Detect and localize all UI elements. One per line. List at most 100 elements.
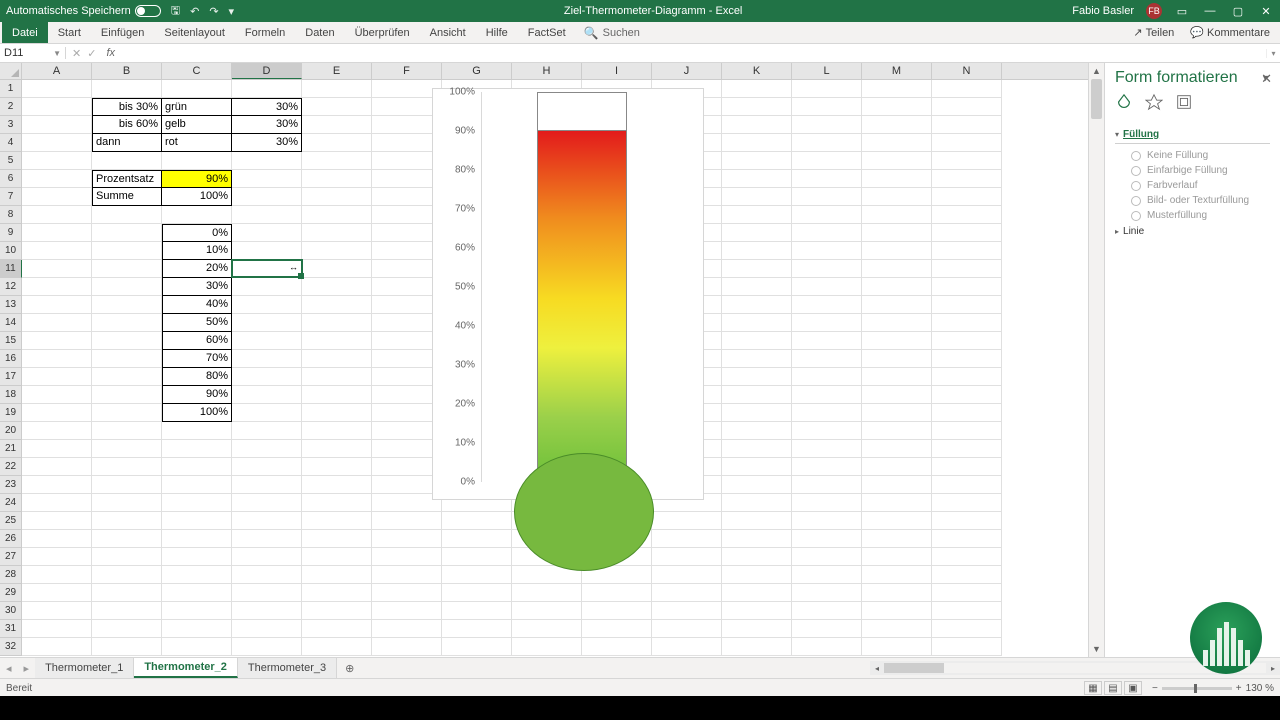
cell-H29[interactable] (512, 584, 582, 602)
autosave-toggle[interactable]: Automatisches Speichern (6, 5, 161, 17)
cell-L14[interactable] (792, 314, 862, 332)
cell-M22[interactable] (862, 458, 932, 476)
cell-B4[interactable]: dann (92, 134, 162, 152)
cell-H30[interactable] (512, 602, 582, 620)
thermometer-chart[interactable]: 0%10%20%30%40%50%60%70%80%90%100% (432, 88, 704, 500)
expand-formula-bar-icon[interactable]: ▾ (1266, 49, 1280, 58)
cell-B8[interactable] (92, 206, 162, 224)
cell-C1[interactable] (162, 80, 232, 98)
cell-C24[interactable] (162, 494, 232, 512)
cell-L28[interactable] (792, 566, 862, 584)
cell-L2[interactable] (792, 98, 862, 116)
col-header-D[interactable]: D (232, 63, 302, 79)
cell-F28[interactable] (372, 566, 442, 584)
search-box[interactable]: 🔍 Suchen (576, 26, 648, 40)
cell-E29[interactable] (302, 584, 372, 602)
cell-L27[interactable] (792, 548, 862, 566)
cell-M16[interactable] (862, 350, 932, 368)
chevron-down-icon[interactable]: ▼ (53, 49, 61, 58)
cell-N6[interactable] (932, 170, 1002, 188)
cell-E22[interactable] (302, 458, 372, 476)
cell-A21[interactable] (22, 440, 92, 458)
cell-C26[interactable] (162, 530, 232, 548)
cell-D13[interactable] (232, 296, 302, 314)
tab-seitenlayout[interactable]: Seitenlayout (154, 22, 235, 43)
cell-M6[interactable] (862, 170, 932, 188)
cell-N9[interactable] (932, 224, 1002, 242)
cell-M10[interactable] (862, 242, 932, 260)
redo-icon[interactable]: ↷ (209, 5, 218, 18)
cell-A10[interactable] (22, 242, 92, 260)
cell-N30[interactable] (932, 602, 1002, 620)
cell-L5[interactable] (792, 152, 862, 170)
cell-L6[interactable] (792, 170, 862, 188)
cell-A12[interactable] (22, 278, 92, 296)
cell-C6[interactable]: 90% (162, 170, 232, 188)
cell-A22[interactable] (22, 458, 92, 476)
cell-M1[interactable] (862, 80, 932, 98)
cell-B6[interactable]: Prozentsatz (92, 170, 162, 188)
cell-K22[interactable] (722, 458, 792, 476)
cell-K21[interactable] (722, 440, 792, 458)
cell-M28[interactable] (862, 566, 932, 584)
row-header-9[interactable]: 9 (0, 224, 22, 242)
cell-L4[interactable] (792, 134, 862, 152)
cell-N28[interactable] (932, 566, 1002, 584)
select-all-corner[interactable] (0, 63, 22, 79)
cell-M27[interactable] (862, 548, 932, 566)
cell-K11[interactable] (722, 260, 792, 278)
spreadsheet-grid[interactable]: ABCDEFGHIJKLMN 12bis 30%grün30%3bis 60%g… (0, 63, 1088, 657)
cell-E7[interactable] (302, 188, 372, 206)
cell-D31[interactable] (232, 620, 302, 638)
cell-B21[interactable] (92, 440, 162, 458)
cell-A8[interactable] (22, 206, 92, 224)
cell-L3[interactable] (792, 116, 862, 134)
cell-N24[interactable] (932, 494, 1002, 512)
cancel-formula-icon[interactable]: ✕ (72, 47, 81, 60)
cell-D27[interactable] (232, 548, 302, 566)
tab-datei[interactable]: Datei (2, 22, 48, 43)
cell-K32[interactable] (722, 638, 792, 656)
enter-formula-icon[interactable]: ✓ (87, 47, 96, 60)
cell-C25[interactable] (162, 512, 232, 530)
row-header-5[interactable]: 5 (0, 152, 22, 170)
cell-C8[interactable] (162, 206, 232, 224)
cell-H32[interactable] (512, 638, 582, 656)
cell-A5[interactable] (22, 152, 92, 170)
cell-B19[interactable] (92, 404, 162, 422)
cell-N13[interactable] (932, 296, 1002, 314)
cell-K10[interactable] (722, 242, 792, 260)
cell-D21[interactable] (232, 440, 302, 458)
col-header-E[interactable]: E (302, 63, 372, 79)
zoom-in-icon[interactable]: + (1236, 683, 1242, 694)
cell-N14[interactable] (932, 314, 1002, 332)
cell-C14[interactable]: 50% (162, 314, 232, 332)
cell-M14[interactable] (862, 314, 932, 332)
cell-D24[interactable] (232, 494, 302, 512)
cell-N31[interactable] (932, 620, 1002, 638)
cell-J31[interactable] (652, 620, 722, 638)
cell-E4[interactable] (302, 134, 372, 152)
cell-N21[interactable] (932, 440, 1002, 458)
cell-N11[interactable] (932, 260, 1002, 278)
cell-D17[interactable] (232, 368, 302, 386)
close-icon[interactable]: ✕ (1258, 5, 1274, 18)
cell-L13[interactable] (792, 296, 862, 314)
col-header-G[interactable]: G (442, 63, 512, 79)
cell-C16[interactable]: 70% (162, 350, 232, 368)
cell-F26[interactable] (372, 530, 442, 548)
cell-I29[interactable] (582, 584, 652, 602)
cell-C18[interactable]: 90% (162, 386, 232, 404)
cell-G31[interactable] (442, 620, 512, 638)
cell-M23[interactable] (862, 476, 932, 494)
cell-B30[interactable] (92, 602, 162, 620)
cell-L1[interactable] (792, 80, 862, 98)
cell-N1[interactable] (932, 80, 1002, 98)
cell-M9[interactable] (862, 224, 932, 242)
cell-C32[interactable] (162, 638, 232, 656)
cell-L19[interactable] (792, 404, 862, 422)
cell-M11[interactable] (862, 260, 932, 278)
cell-B25[interactable] (92, 512, 162, 530)
col-header-F[interactable]: F (372, 63, 442, 79)
cell-M7[interactable] (862, 188, 932, 206)
